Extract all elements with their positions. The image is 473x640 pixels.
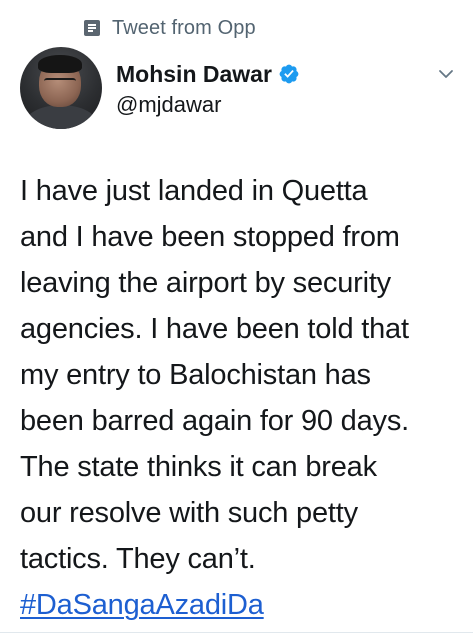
tweet-text-line: The state thinks it can break <box>20 451 377 483</box>
chevron-down-icon[interactable] <box>436 64 456 84</box>
author-display-name[interactable]: Mohsin Dawar <box>116 61 272 88</box>
tweet-text-line: been barred again for 90 days. <box>20 405 409 437</box>
document-icon <box>84 20 100 36</box>
tweet-text-line: my entry to Balochistan has <box>20 359 371 391</box>
hashtag-link[interactable]: #DaSangaAzadiDa <box>20 589 264 621</box>
tweet-text-line: tactics. They can’t. <box>20 543 256 575</box>
author-name-row[interactable]: Mohsin Dawar <box>116 59 300 89</box>
tweet-text-line: and I have been stopped from <box>20 221 400 253</box>
tweet-context-row[interactable]: Tweet from Opp <box>84 14 256 42</box>
tweet-text-line: our resolve with such petty <box>20 497 358 529</box>
avatar[interactable] <box>20 47 102 129</box>
author-handle[interactable]: @mjdawar <box>116 92 221 118</box>
tweet-text: I have just landed in Quetta and I have … <box>20 168 470 628</box>
tweet-text-line: I have just landed in Quetta <box>20 175 368 207</box>
tweet-text-line: agencies. I have been told that <box>20 313 409 345</box>
tweet-context-label: Tweet from Opp <box>112 16 256 39</box>
tweet-card: Tweet from Opp Mohsin Dawar @mjdawar I h… <box>0 0 473 640</box>
tweet-text-line: leaving the airport by security <box>20 267 391 299</box>
divider <box>0 632 473 633</box>
verified-badge-icon <box>279 64 299 84</box>
